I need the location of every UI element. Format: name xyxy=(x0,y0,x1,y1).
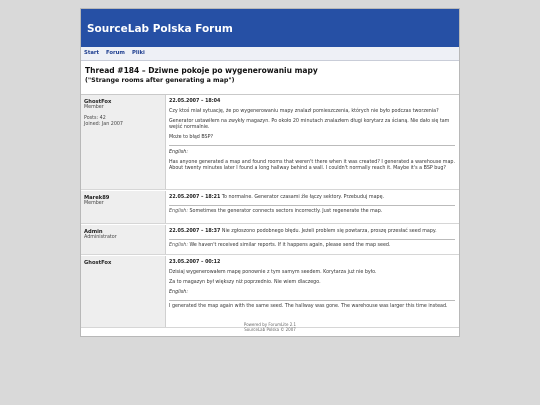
post-body: 22.05.2007 – 18:04 Czy ktoś miał sytuacj… xyxy=(169,95,455,176)
post-text-pl: Czy ktoś miał sytuację, że po wygenerowa… xyxy=(169,109,439,114)
post-text-pl: Nie zgłoszono podobnego błędu. Jeżeli pr… xyxy=(221,229,437,234)
post-date: 22.05.2007 – 18:21 xyxy=(169,195,221,200)
author-role: Administrator xyxy=(84,235,117,240)
post-date: 22.05.2007 – 18:04 xyxy=(169,99,221,104)
author-name[interactable]: GhostFox xyxy=(84,260,162,266)
thread-title-box: Thread #184 – Dziwne pokoje po wygenerow… xyxy=(81,64,459,95)
post-body: 23.05.2007 – 00:12 Dzisiaj wygenerowałem… xyxy=(169,256,455,314)
site-title[interactable]: SourceLab Polska Forum xyxy=(87,23,233,35)
nav-files-link[interactable]: Pliki xyxy=(132,50,145,56)
post: GhostFox Member Posts: 42 Joined: Jan 20… xyxy=(81,95,459,190)
post-text-en: Sometimes the generator connects sectors… xyxy=(189,209,383,214)
footer-copyright: SourceLab Polska © 2007 xyxy=(244,327,296,332)
english-label: English: xyxy=(169,243,188,248)
post: Admin Administrator 22.05.2007 – 18:37 N… xyxy=(81,225,459,255)
post-author-panel: Marek89 Member xyxy=(81,191,166,223)
post-text-pl: Generator ustawiłem na zwykły magazyn. P… xyxy=(169,119,450,130)
post-text-en: I generated the map again with the same … xyxy=(169,304,448,309)
post-divider xyxy=(169,239,455,240)
author-joined: Joined: Jan 2007 xyxy=(84,122,123,127)
nav-bar: Start Forum Pliki xyxy=(81,47,459,61)
post-text-pl: To normalne. Generator czasami źle łączy… xyxy=(221,195,385,200)
post-divider xyxy=(169,145,455,146)
post-text-en: Has anyone generated a map and found roo… xyxy=(169,160,455,171)
thread-subtitle: ("Strange rooms after generating a map") xyxy=(85,77,235,84)
post-text-en: We haven't received similar reports. If … xyxy=(189,243,391,248)
site-header: SourceLab Polska Forum xyxy=(81,9,459,47)
post-divider xyxy=(169,205,455,206)
english-label: English: xyxy=(169,150,188,155)
author-role: Member xyxy=(84,201,104,206)
post-text-pl: Za to magazyn był większy niż poprzednio… xyxy=(169,280,321,285)
post-author-panel: Admin Administrator xyxy=(81,225,166,254)
post-divider xyxy=(169,300,455,301)
thread-title: Thread #184 – Dziwne pokoje po wygenerow… xyxy=(85,66,318,75)
page-footer: Powered by ForumLite 2.1 SourceLab Polsk… xyxy=(81,322,459,332)
post: GhostFox 23.05.2007 – 00:12 Dzisiaj wyge… xyxy=(81,256,459,328)
post-date: 23.05.2007 – 00:12 xyxy=(169,260,221,265)
post-author-panel: GhostFox xyxy=(81,256,166,327)
post-author-panel: GhostFox Member Posts: 42 Joined: Jan 20… xyxy=(81,95,166,189)
post-date: 22.05.2007 – 18:37 xyxy=(169,229,221,234)
post-body: 22.05.2007 – 18:21 To normalne. Generato… xyxy=(169,191,455,219)
nav-start-link[interactable]: Start xyxy=(84,50,99,56)
post-text-pl: Dzisiaj wygenerowałem mapę ponownie z ty… xyxy=(169,270,377,275)
forum-page: SourceLab Polska Forum Start Forum Pliki… xyxy=(80,8,460,337)
post: Marek89 Member 22.05.2007 – 18:21 To nor… xyxy=(81,191,459,224)
english-label: English: xyxy=(169,290,188,295)
nav-forum-link[interactable]: Forum xyxy=(106,50,125,56)
english-label: English: xyxy=(169,209,188,214)
post-body: 22.05.2007 – 18:37 Nie zgłoszono podobne… xyxy=(169,225,455,253)
post-text-pl: Może to błąd BSP? xyxy=(169,135,214,140)
author-role: Member xyxy=(84,105,104,110)
